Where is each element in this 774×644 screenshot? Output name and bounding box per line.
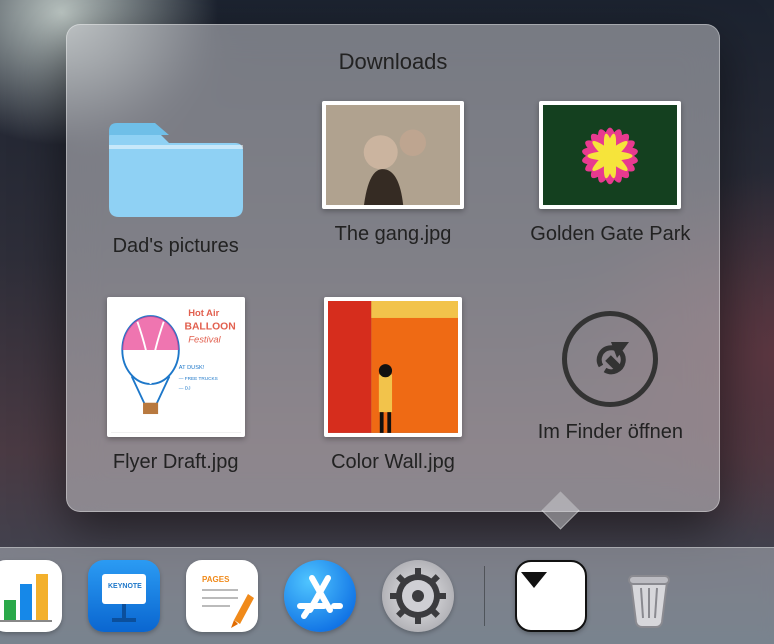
dock: KEYNOTE PAGES <box>0 547 774 644</box>
stack-item-label: The gang.jpg <box>335 223 452 246</box>
svg-text:AT DUSK!: AT DUSK! <box>178 365 204 371</box>
svg-text:— FREE TRUCKS: — FREE TRUCKS <box>178 376 217 381</box>
svg-text:Hot Air: Hot Air <box>188 307 219 318</box>
dock-app-pages[interactable]: PAGES <box>186 560 258 632</box>
dock-downloads-stack[interactable] <box>515 560 587 632</box>
svg-text:Festival: Festival <box>188 333 221 344</box>
image-thumbnail: Hot Air BALLOON Festival AT DUSK! — FREE… <box>107 297 245 437</box>
downloads-stack-grid: Downloads Dad's pictures <box>66 24 720 512</box>
stack-item-image[interactable]: Hot Air BALLOON Festival AT DUSK! — FREE… <box>67 297 284 491</box>
stack-item-folder[interactable]: Dad's pictures <box>67 101 284 275</box>
stack-item-image[interactable]: Color Wall.jpg <box>284 297 501 491</box>
dock-trash[interactable] <box>613 560 685 632</box>
stack-item-label: Dad's pictures <box>113 235 239 258</box>
image-thumbnail <box>324 297 462 437</box>
dock-app-numbers[interactable] <box>0 560 62 632</box>
svg-text:PAGES: PAGES <box>202 575 230 584</box>
stack-grid: Dad's pictures The gang.jpg <box>67 101 719 491</box>
folder-icon <box>101 101 251 221</box>
dock-app-settings[interactable] <box>382 560 454 632</box>
dock-separator <box>484 566 485 626</box>
stack-title: Downloads <box>67 49 719 75</box>
dock-app-keynote[interactable]: KEYNOTE <box>88 560 160 632</box>
open-in-finder-icon <box>562 311 658 407</box>
stack-item-label: Color Wall.jpg <box>331 451 455 474</box>
svg-text:— DJ: — DJ <box>178 386 190 391</box>
svg-text:BALLOON: BALLOON <box>184 321 235 332</box>
stack-item-label: Im Finder öffnen <box>538 421 683 444</box>
svg-text:KEYNOTE: KEYNOTE <box>108 583 142 590</box>
dock-app-store[interactable] <box>284 560 356 632</box>
stack-item-image[interactable]: Golden Gate Park <box>502 101 719 275</box>
stack-item-label: Golden Gate Park <box>530 223 690 246</box>
image-thumbnail <box>322 101 464 209</box>
stack-item-image[interactable]: The gang.jpg <box>284 101 501 275</box>
image-thumbnail <box>539 101 681 209</box>
stack-item-label: Flyer Draft.jpg <box>113 451 239 474</box>
stack-item-open-finder[interactable]: Im Finder öffnen <box>502 297 719 491</box>
